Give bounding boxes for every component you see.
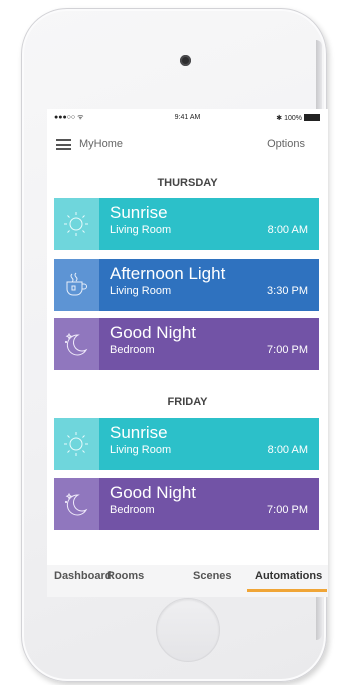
- front-camera: [180, 55, 191, 66]
- nav-bar: MyHome Options: [47, 133, 328, 155]
- automation-card-afternoon-light[interactable]: Afternoon Light Living Room 3:30 PM: [54, 259, 319, 311]
- automation-room: Living Room: [110, 285, 172, 297]
- automation-time: 7:00 PM: [267, 504, 308, 516]
- automation-time: 7:00 PM: [267, 344, 308, 356]
- automation-card-sunrise[interactable]: Sunrise Living Room 8:00 AM: [54, 418, 319, 470]
- automation-room: Bedroom: [110, 344, 155, 356]
- day-heading-friday: FRIDAY: [167, 396, 208, 408]
- battery-label: ✱ 100%: [276, 115, 302, 122]
- card-icon-box: [54, 318, 99, 370]
- automation-name: Good Night: [110, 323, 196, 342]
- automation-room: Bedroom: [110, 504, 155, 516]
- active-tab-indicator: [247, 589, 327, 592]
- automation-room: Living Room: [110, 444, 172, 456]
- app-screen: ●●●○○ ᯤ 9:41 AM ✱ 100% MyHome Options TH…: [47, 109, 328, 597]
- automation-name: Good Night: [110, 483, 196, 502]
- tab-dashboard[interactable]: Dashboard: [54, 570, 111, 582]
- battery-icon: [304, 114, 320, 121]
- moon-icon: [64, 492, 88, 516]
- automation-name: Sunrise: [110, 203, 168, 222]
- status-bar: ●●●○○ ᯤ 9:41 AM ✱ 100%: [47, 109, 328, 125]
- automation-room: Living Room: [110, 224, 172, 236]
- card-icon-box: [54, 198, 99, 250]
- bottom-tab-bar: Dashboard Rooms Scenes Automations: [47, 565, 328, 597]
- sun-icon: [64, 212, 88, 236]
- card-icon-box: [54, 259, 99, 311]
- automation-card-sunrise[interactable]: Sunrise Living Room 8:00 AM: [54, 198, 319, 250]
- card-icon-box: [54, 478, 99, 530]
- hamburger-menu-icon[interactable]: [56, 139, 71, 150]
- automation-name: Afternoon Light: [110, 264, 226, 283]
- battery-indicator: ✱ 100%: [276, 114, 320, 122]
- tab-automations[interactable]: Automations: [255, 570, 322, 582]
- sun-icon: [64, 432, 88, 456]
- automation-card-good-night[interactable]: Good Night Bedroom 7:00 PM: [54, 318, 319, 370]
- automation-name: Sunrise: [110, 423, 168, 442]
- home-button[interactable]: [156, 598, 220, 662]
- tea-cup-icon: [66, 272, 87, 296]
- moon-icon: [64, 332, 88, 356]
- tab-rooms[interactable]: Rooms: [107, 570, 144, 582]
- automation-time: 3:30 PM: [267, 285, 308, 297]
- automation-time: 8:00 AM: [267, 224, 308, 236]
- tab-scenes[interactable]: Scenes: [193, 570, 232, 582]
- card-icon-box: [54, 418, 99, 470]
- app-title: MyHome: [79, 138, 124, 150]
- automation-card-good-night[interactable]: Good Night Bedroom 7:00 PM: [54, 478, 319, 530]
- automation-time: 8:00 AM: [267, 444, 308, 456]
- options-button[interactable]: Options: [267, 138, 305, 150]
- day-heading-thursday: THURSDAY: [157, 177, 218, 189]
